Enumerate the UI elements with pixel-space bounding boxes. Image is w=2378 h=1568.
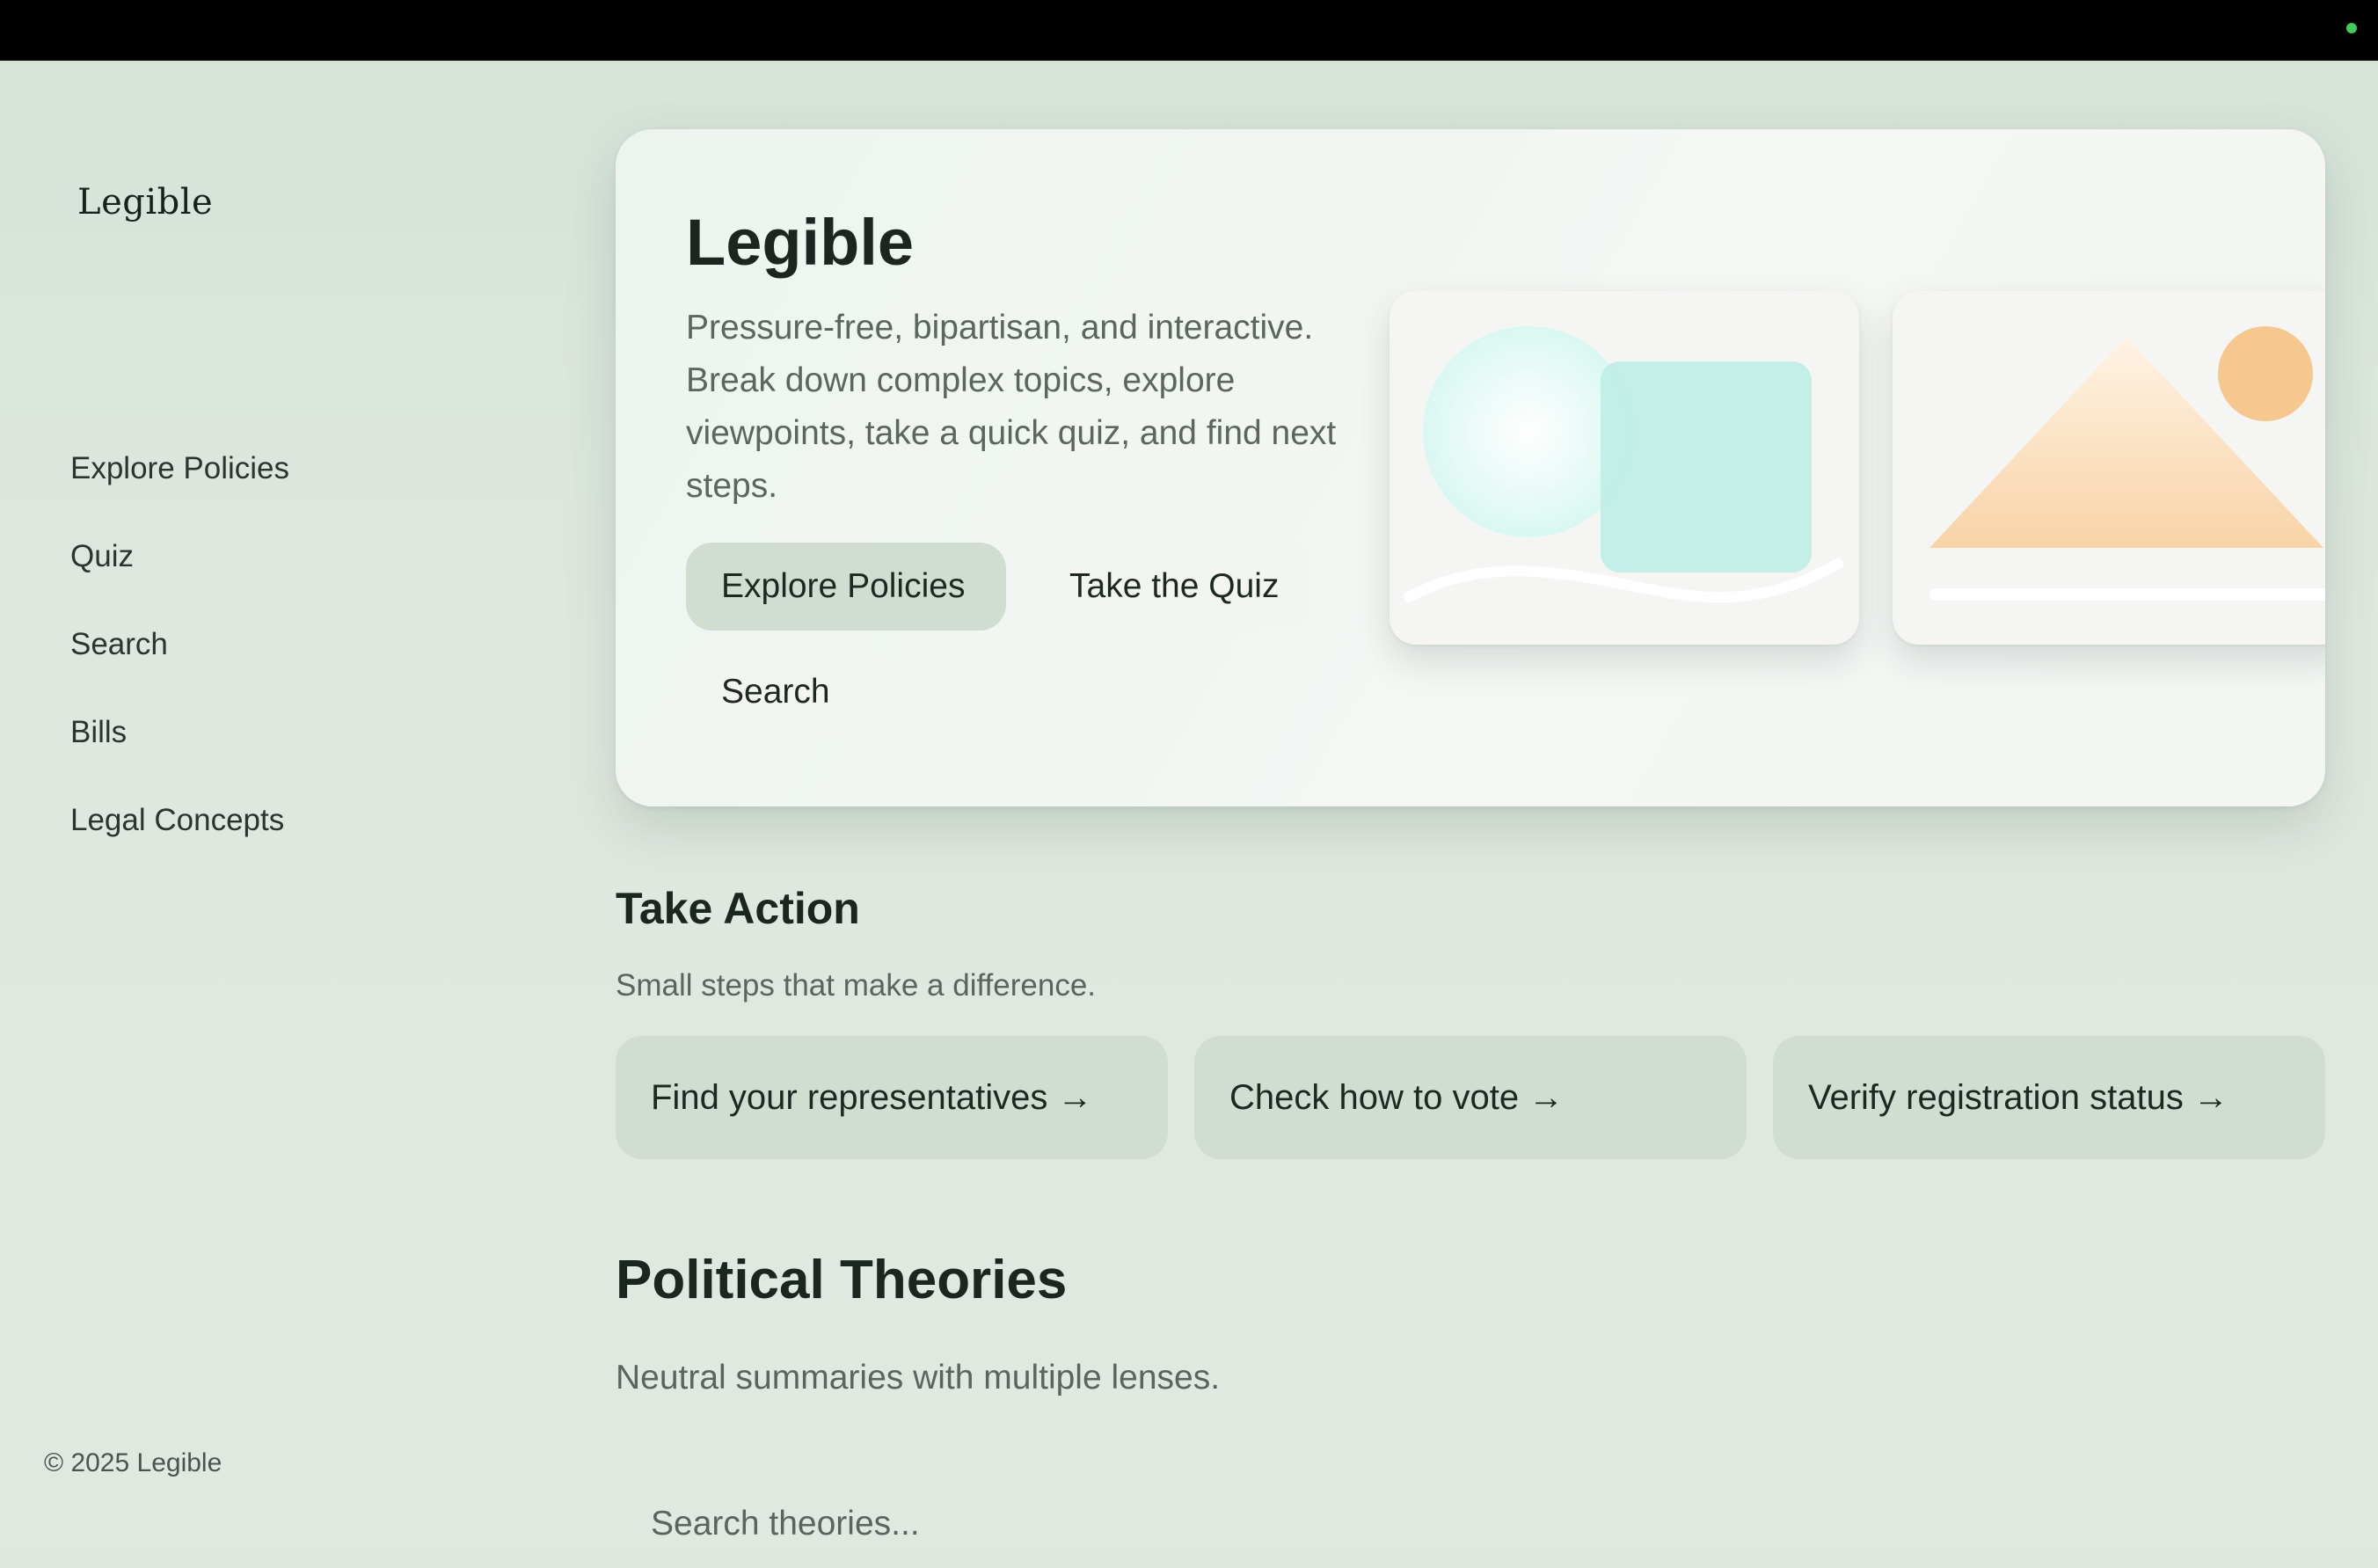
hero-description: Pressure-free, bipartisan, and interacti… <box>686 309 1337 505</box>
take-quiz-button[interactable]: Take the Quiz <box>1034 543 1314 631</box>
sidebar-item-search[interactable]: Search <box>70 601 289 689</box>
sidebar: Legible Explore Policies Quiz Search Bil… <box>0 61 545 1544</box>
search-button[interactable]: Search <box>686 648 879 736</box>
line-bar-icon <box>1929 588 2325 601</box>
sidebar-nav: Explore Policies Quiz Search Bills Legal… <box>70 425 289 864</box>
take-action-subtitle: Small steps that make a difference. <box>616 968 1097 1003</box>
brand-logo[interactable]: Legible <box>77 182 213 222</box>
political-theories-subtitle: Neutral summaries with multiple lenses. <box>616 1359 1221 1397</box>
sidebar-item-quiz[interactable]: Quiz <box>70 513 289 601</box>
sun-icon <box>2218 326 2313 421</box>
status-dot-icon <box>2346 23 2357 33</box>
search-theories-input[interactable] <box>616 1480 2325 1568</box>
abstract-shapes-illustration <box>1404 326 1843 603</box>
verify-registration-button[interactable]: Verify registration status → <box>1773 1036 2325 1159</box>
mountain-sun-illustration <box>1929 326 2325 601</box>
explore-policies-button[interactable]: Explore Policies <box>686 543 1006 631</box>
sidebar-item-bills[interactable]: Bills <box>70 689 289 777</box>
sidebar-item-explore-policies[interactable]: Explore Policies <box>70 425 289 513</box>
system-top-bar <box>0 0 2378 61</box>
app-window: Legible Explore Policies Quiz Search Bil… <box>0 61 2378 1568</box>
check-how-to-vote-button[interactable]: Check how to vote → <box>1194 1036 1747 1159</box>
square-shape-icon <box>1601 361 1812 573</box>
illustration-card-shapes <box>1390 291 1859 645</box>
hero-title: Legible <box>686 206 915 279</box>
hero-panel: Legible Pressure-free, bipartisan, and i… <box>616 129 2325 806</box>
illustration-card-mountain <box>1893 291 2325 645</box>
political-theories-title: Political Theories <box>616 1250 1068 1310</box>
take-action-title: Take Action <box>616 884 860 933</box>
copyright-text: © 2025 Legible <box>44 1448 222 1477</box>
sidebar-item-legal-concepts[interactable]: Legal Concepts <box>70 777 289 864</box>
find-representatives-button[interactable]: Find your representatives → <box>616 1036 1168 1159</box>
